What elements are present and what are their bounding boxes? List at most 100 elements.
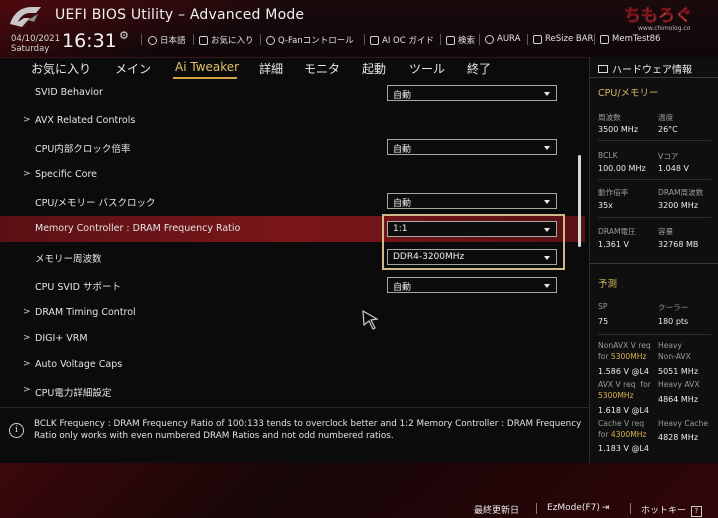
nonavx-label: NonAVX V req (598, 341, 651, 350)
search-icon (446, 35, 455, 45)
setting-row-cpu-svid-support[interactable]: CPU SVID サポート 自動 (0, 272, 585, 298)
dropdown-value: 自動 (393, 283, 412, 293)
setting-row-auto-voltage-caps[interactable]: > Auto Voltage Caps (0, 352, 585, 378)
setting-row-dram-frequency-ratio[interactable]: Memory Controller : DRAM Frequency Ratio… (0, 216, 585, 242)
setting-dropdown[interactable]: 1:1 (387, 221, 557, 237)
bookmark-icon (199, 35, 208, 45)
chevron-right-icon: > (23, 333, 31, 343)
tab-ai-tweaker[interactable]: Ai Tweaker (175, 60, 239, 74)
date-text: 04/10/2021 (11, 34, 60, 44)
heavy-cache-value: 4828 MHz (658, 433, 699, 442)
nonavx-for-line: for 5300MHz (598, 352, 646, 361)
heavy-nonavx-label: Heavy (658, 341, 683, 350)
capacity-label: 容量 (658, 227, 674, 236)
gear-icon[interactable]: ⚙ (119, 29, 129, 42)
language-button[interactable]: 日本語 (148, 34, 186, 46)
dram-volt-label: DRAM電圧 (598, 227, 636, 236)
favorites-button[interactable]: お気に入り (199, 34, 254, 46)
setting-row-specific-core[interactable]: > Specific Core (0, 162, 585, 188)
ratio-value: 35x (598, 201, 613, 210)
tab-favorites[interactable]: お気に入り (31, 60, 91, 77)
toolbar-divider (141, 34, 142, 45)
tab-monitor[interactable]: モニタ (304, 60, 340, 77)
bclk-label: BCLK (598, 151, 618, 160)
dram-volt-value: 1.361 V (598, 240, 629, 249)
toolbar-divider (479, 34, 480, 45)
setting-row-cpu-ratio[interactable]: CPU内部クロック倍率 自動 (0, 134, 585, 160)
cache-for: for (598, 430, 609, 439)
tab-tool[interactable]: ツール (409, 60, 445, 77)
heavy-avx-label: Heavy AVX (658, 380, 700, 389)
freq-label: 周波数 (598, 113, 621, 122)
setting-row-dram-timing-control[interactable]: > DRAM Timing Control (0, 300, 585, 326)
favorites-label: お気に入り (211, 36, 254, 46)
setting-dropdown[interactable]: 自動 (387, 85, 557, 101)
memtest-button[interactable]: MemTest86 (600, 34, 660, 44)
setting-row-avx-related-controls[interactable]: > AVX Related Controls (0, 108, 585, 134)
resize-icon (533, 34, 542, 44)
resize-bar-button[interactable]: ReSize BAR (533, 34, 593, 44)
setting-row-bus-clock[interactable]: CPU/メモリー バスクロック 自動 (0, 188, 585, 214)
nonavx-for: for (598, 352, 609, 361)
setting-label: CPU内部クロック倍率 (35, 144, 131, 155)
avx-label-line: AVX V req for (598, 380, 651, 389)
scrollbar[interactable] (578, 155, 581, 247)
section-divider (590, 263, 718, 264)
tab-advanced[interactable]: 詳細 (259, 60, 283, 77)
caret-down-icon (544, 256, 550, 260)
setting-row-memory-frequency[interactable]: メモリー周波数 DDR4-3200MHz (0, 244, 585, 270)
prediction-heading: 予測 (598, 279, 618, 290)
caret-down-icon (544, 200, 550, 204)
section-divider (590, 77, 718, 78)
settings-list: SVID Behavior 自動 > AVX Related Controls … (0, 80, 585, 405)
date-display: 04/10/2021 Saturday (11, 34, 60, 54)
chevron-right-icon: > (23, 169, 31, 179)
setting-label: CPU電力詳細設定 (35, 388, 112, 399)
toolbar-divider (193, 34, 194, 45)
toolbar-divider (364, 34, 365, 45)
setting-label: SVID Behavior (35, 87, 103, 98)
hardware-monitor-title: ハードウェア情報 (598, 61, 692, 76)
tab-boot[interactable]: 起動 (362, 60, 386, 77)
freq-value: 3500 MHz (598, 125, 639, 134)
cache-label: Cache V req (598, 419, 645, 428)
setting-label: DIGI+ VRM (35, 333, 88, 344)
cache-for-line: for 4300MHz (598, 430, 646, 439)
ai-icon (370, 35, 379, 45)
cache-value: 1.183 V @L4 (598, 444, 650, 453)
setting-label: AVX Related Controls (35, 115, 136, 126)
qfan-button[interactable]: Q-Fanコントロール (266, 34, 354, 46)
hotkeys-button[interactable]: ホットキー ? (641, 503, 702, 517)
ratio-label: 動作倍率 (598, 188, 629, 197)
nonavx-value: 1.586 V @L4 (598, 367, 650, 376)
hardware-monitor-title-text: ハードウェア情報 (612, 65, 692, 76)
dram-freq-label: DRAM周波数 (658, 188, 704, 197)
row-divider (598, 217, 711, 218)
toolbar-divider (594, 34, 595, 45)
mouse-cursor-icon (362, 310, 379, 330)
avx-for: for (640, 380, 651, 389)
setting-dropdown[interactable]: 自動 (387, 277, 557, 293)
setting-row-svid-behavior[interactable]: SVID Behavior 自動 (0, 80, 585, 106)
setting-row-cpu-power-settings[interactable]: > CPU電力詳細設定 (0, 378, 585, 404)
dropdown-value: 1:1 (393, 224, 408, 234)
last-modified-button[interactable]: 最終更新日 (474, 503, 519, 516)
clock: 16:31 (62, 30, 117, 52)
search-label: 検索 (458, 36, 476, 46)
setting-dropdown[interactable]: 自動 (387, 139, 557, 155)
tab-exit[interactable]: 終了 (467, 60, 491, 77)
caret-down-icon (544, 284, 550, 288)
setting-row-digi-vrm[interactable]: > DIGI+ VRM (0, 326, 585, 352)
ezmode-button[interactable]: EzMode(F7) ⇥ (547, 503, 609, 513)
dropdown-value: 自動 (393, 91, 412, 101)
app-title: UEFI BIOS Utility – Advanced Mode (55, 7, 305, 23)
ai-oc-guide-button[interactable]: AI OC ガイド (370, 34, 434, 46)
search-button[interactable]: 検索 (446, 34, 475, 46)
chevron-right-icon: > (23, 359, 31, 369)
tab-main[interactable]: メイン (115, 60, 151, 77)
chevron-right-icon: > (23, 385, 31, 395)
aura-button[interactable]: AURA (485, 34, 520, 44)
setting-dropdown[interactable]: 自動 (387, 193, 557, 209)
vcore-value: 1.048 V (658, 164, 689, 173)
setting-dropdown[interactable]: DDR4-3200MHz (387, 249, 557, 265)
